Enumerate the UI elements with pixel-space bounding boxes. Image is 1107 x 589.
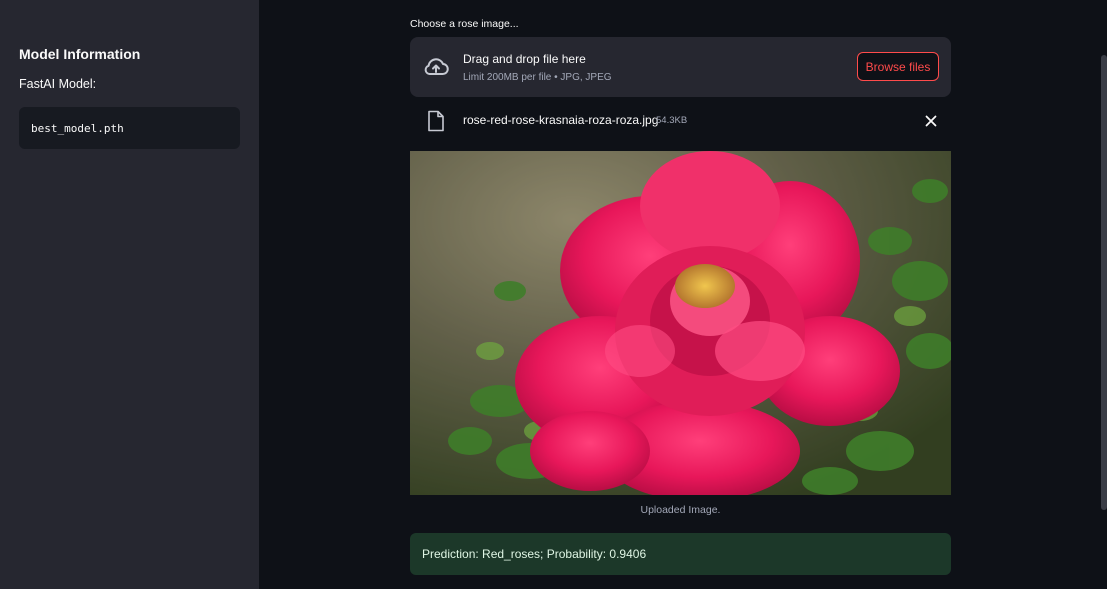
uploaded-file-name: rose-red-rose-krasnaia-roza-roza.jpg: [463, 113, 659, 127]
cloud-upload-icon: [424, 58, 449, 75]
sidebar: Model Information FastAI Model: best_mod…: [0, 0, 259, 589]
uploaded-image: [410, 151, 951, 495]
model-label: FastAI Model:: [19, 77, 97, 91]
uploader-label: Choose a rose image...: [410, 18, 519, 30]
app-window: Model Information FastAI Model: best_mod…: [0, 0, 1107, 589]
model-file-name: best_model.pth: [31, 121, 124, 135]
dropzone-subtitle: Limit 200MB per file • JPG, JPEG: [463, 72, 612, 83]
file-dropzone[interactable]: Drag and drop file here Limit 200MB per …: [410, 37, 951, 97]
prediction-alert: Prediction: Red_roses; Probability: 0.94…: [410, 533, 951, 575]
sidebar-title: Model Information: [19, 46, 141, 62]
uploaded-file-size: 54.3KB: [656, 115, 688, 126]
model-file-code-block: best_model.pth: [19, 107, 240, 149]
browse-files-button[interactable]: Browse files: [857, 52, 939, 81]
image-caption: Uploaded Image.: [640, 504, 721, 516]
prediction-text: Prediction: Red_roses; Probability: 0.94…: [422, 547, 647, 561]
scrollbar[interactable]: [1101, 55, 1107, 510]
main-content: Choose a rose image... Drag and drop fil…: [259, 0, 1107, 589]
close-icon[interactable]: [924, 114, 938, 128]
uploaded-file-row: rose-red-rose-krasnaia-roza-roza.jpg 54.…: [410, 104, 951, 138]
file-icon: [428, 110, 444, 132]
rose-photo: [410, 151, 951, 495]
dropzone-title: Drag and drop file here: [463, 52, 586, 66]
